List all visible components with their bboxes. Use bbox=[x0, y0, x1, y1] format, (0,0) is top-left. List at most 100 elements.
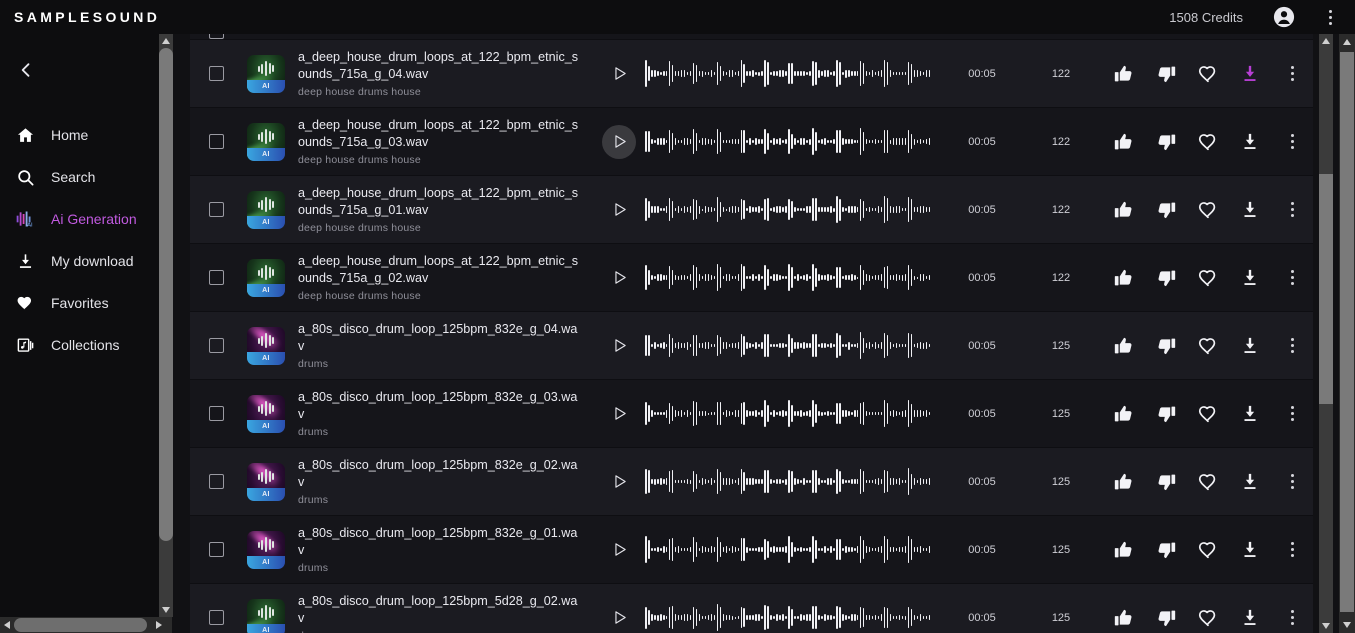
scrollbar-thumb[interactable] bbox=[159, 48, 173, 541]
row-more-button[interactable] bbox=[1271, 132, 1313, 152]
download-button[interactable] bbox=[1229, 539, 1271, 561]
track-row[interactable]: AI a_deep_house_drum_loops_at_122_bpm_etn… bbox=[190, 244, 1313, 312]
track-waveform-cell[interactable] bbox=[645, 261, 945, 295]
play-button-cell[interactable] bbox=[593, 193, 645, 227]
track-waveform-cell[interactable] bbox=[645, 193, 945, 227]
row-checkbox-cell[interactable] bbox=[190, 610, 242, 625]
kebab-menu-icon[interactable] bbox=[1282, 64, 1302, 84]
checkbox-unchecked-icon[interactable] bbox=[208, 134, 224, 149]
like-button[interactable] bbox=[1103, 63, 1145, 85]
kebab-menu-icon[interactable] bbox=[1282, 608, 1302, 628]
dislike-button[interactable] bbox=[1145, 403, 1187, 425]
favorite-button[interactable] bbox=[1187, 403, 1229, 425]
waveform[interactable] bbox=[645, 127, 931, 157]
row-more-button[interactable] bbox=[1271, 472, 1313, 492]
app-logo[interactable]: SAMPLESOUND bbox=[0, 9, 160, 25]
account-circle-icon[interactable] bbox=[1269, 2, 1299, 32]
track-row[interactable]: AI a_80s_disco_drum_loop_125bpm_832e_g_01… bbox=[190, 516, 1313, 584]
kebab-menu-icon[interactable] bbox=[1282, 336, 1302, 356]
waveform[interactable] bbox=[645, 603, 931, 633]
checkbox-unchecked-icon[interactable] bbox=[208, 338, 224, 353]
favorite-button[interactable] bbox=[1187, 63, 1229, 85]
like-button[interactable] bbox=[1103, 131, 1145, 153]
dislike-button[interactable] bbox=[1145, 607, 1187, 629]
track-waveform-cell[interactable] bbox=[645, 57, 945, 91]
row-more-button[interactable] bbox=[1271, 608, 1313, 628]
scroll-down-arrow-icon[interactable] bbox=[1319, 619, 1333, 633]
row-more-button[interactable] bbox=[1271, 200, 1313, 220]
play-button-cell[interactable] bbox=[593, 57, 645, 91]
dislike-button[interactable] bbox=[1145, 131, 1187, 153]
kebab-menu-icon[interactable] bbox=[1282, 404, 1302, 424]
scrollbar-thumb[interactable] bbox=[14, 618, 147, 632]
dislike-button[interactable] bbox=[1145, 63, 1187, 85]
play-button-cell[interactable] bbox=[593, 601, 645, 633]
download-button[interactable] bbox=[1229, 403, 1271, 425]
track-row[interactable]: AI a_80s_disco_drum_loop_125bpm_832e_g_04… bbox=[190, 312, 1313, 380]
download-button[interactable] bbox=[1229, 267, 1271, 289]
checkbox-unchecked-icon[interactable] bbox=[208, 270, 224, 285]
row-more-button[interactable] bbox=[1271, 540, 1313, 560]
sidebar-horizontal-scrollbar[interactable] bbox=[0, 617, 172, 633]
kebab-menu-icon[interactable] bbox=[1282, 132, 1302, 152]
kebab-menu-icon[interactable] bbox=[1282, 268, 1302, 288]
track-waveform-cell[interactable] bbox=[645, 125, 945, 159]
kebab-menu-icon[interactable] bbox=[1282, 472, 1302, 492]
play-button[interactable] bbox=[602, 397, 636, 431]
play-button[interactable] bbox=[602, 261, 636, 295]
play-button[interactable] bbox=[602, 601, 636, 633]
scroll-left-arrow-icon[interactable] bbox=[0, 617, 14, 633]
like-button[interactable] bbox=[1103, 335, 1145, 357]
row-checkbox-cell[interactable] bbox=[190, 66, 242, 81]
track-row[interactable]: AI a_80s_disco_drum_loop_125bpm_832e_g_02… bbox=[190, 448, 1313, 516]
track-row[interactable]: AI a_80s_disco_drum_loop_125bpm_832e_g_03… bbox=[190, 380, 1313, 448]
content-vertical-scrollbar[interactable] bbox=[1319, 34, 1333, 633]
row-checkbox-cell[interactable] bbox=[190, 338, 242, 353]
sidebar-item-ai-generation[interactable]: AI Ai Generation bbox=[0, 198, 160, 240]
play-button[interactable] bbox=[602, 124, 636, 159]
kebab-menu-icon[interactable] bbox=[1315, 2, 1345, 32]
checkbox-unchecked-icon[interactable] bbox=[208, 202, 224, 217]
scroll-up-arrow-icon[interactable] bbox=[1319, 34, 1333, 48]
favorite-button[interactable] bbox=[1187, 539, 1229, 561]
like-button[interactable] bbox=[1103, 471, 1145, 493]
play-button-cell[interactable] bbox=[593, 465, 645, 499]
track-row[interactable]: AI a_deep_house_drum_loops_at_122_bpm_etn… bbox=[190, 40, 1313, 108]
track-waveform-cell[interactable] bbox=[645, 329, 945, 363]
download-button[interactable] bbox=[1229, 199, 1271, 221]
waveform[interactable] bbox=[645, 59, 931, 89]
favorite-button[interactable] bbox=[1187, 471, 1229, 493]
play-button-cell[interactable] bbox=[593, 261, 645, 295]
like-button[interactable] bbox=[1103, 267, 1145, 289]
scroll-down-arrow-icon[interactable] bbox=[159, 603, 173, 617]
scroll-right-arrow-icon[interactable] bbox=[152, 617, 166, 633]
checkbox-unchecked-icon[interactable] bbox=[208, 542, 224, 557]
like-button[interactable] bbox=[1103, 403, 1145, 425]
play-button-cell[interactable] bbox=[593, 124, 645, 159]
scroll-down-arrow-icon[interactable] bbox=[1339, 617, 1355, 633]
row-more-button[interactable] bbox=[1271, 404, 1313, 424]
track-waveform-cell[interactable] bbox=[645, 465, 945, 499]
row-more-button[interactable] bbox=[1271, 64, 1313, 84]
row-checkbox-cell[interactable] bbox=[190, 134, 242, 149]
download-button[interactable] bbox=[1229, 63, 1271, 85]
play-button[interactable] bbox=[602, 193, 636, 227]
row-more-button[interactable] bbox=[1271, 336, 1313, 356]
checkbox-unchecked-icon[interactable] bbox=[208, 406, 224, 421]
track-waveform-cell[interactable] bbox=[645, 397, 945, 431]
row-checkbox-cell[interactable] bbox=[190, 542, 242, 557]
scroll-up-arrow-icon[interactable] bbox=[159, 34, 173, 48]
like-button[interactable] bbox=[1103, 539, 1145, 561]
checkbox-unchecked-icon[interactable] bbox=[208, 474, 224, 489]
play-button[interactable] bbox=[602, 465, 636, 499]
scrollbar-thumb[interactable] bbox=[1340, 52, 1354, 612]
sidebar-item-favorites[interactable]: Favorites bbox=[0, 282, 160, 324]
track-row[interactable]: AI a_deep_house_drum_loops_at_122_bpm_etn… bbox=[190, 176, 1313, 244]
sidebar-item-search[interactable]: Search bbox=[0, 156, 160, 198]
download-button[interactable] bbox=[1229, 471, 1271, 493]
row-checkbox-cell[interactable] bbox=[190, 34, 242, 39]
scroll-up-arrow-icon[interactable] bbox=[1339, 34, 1355, 50]
sidebar-vertical-scrollbar[interactable] bbox=[159, 34, 173, 617]
waveform[interactable] bbox=[645, 467, 931, 497]
window-vertical-scrollbar[interactable] bbox=[1339, 34, 1355, 633]
